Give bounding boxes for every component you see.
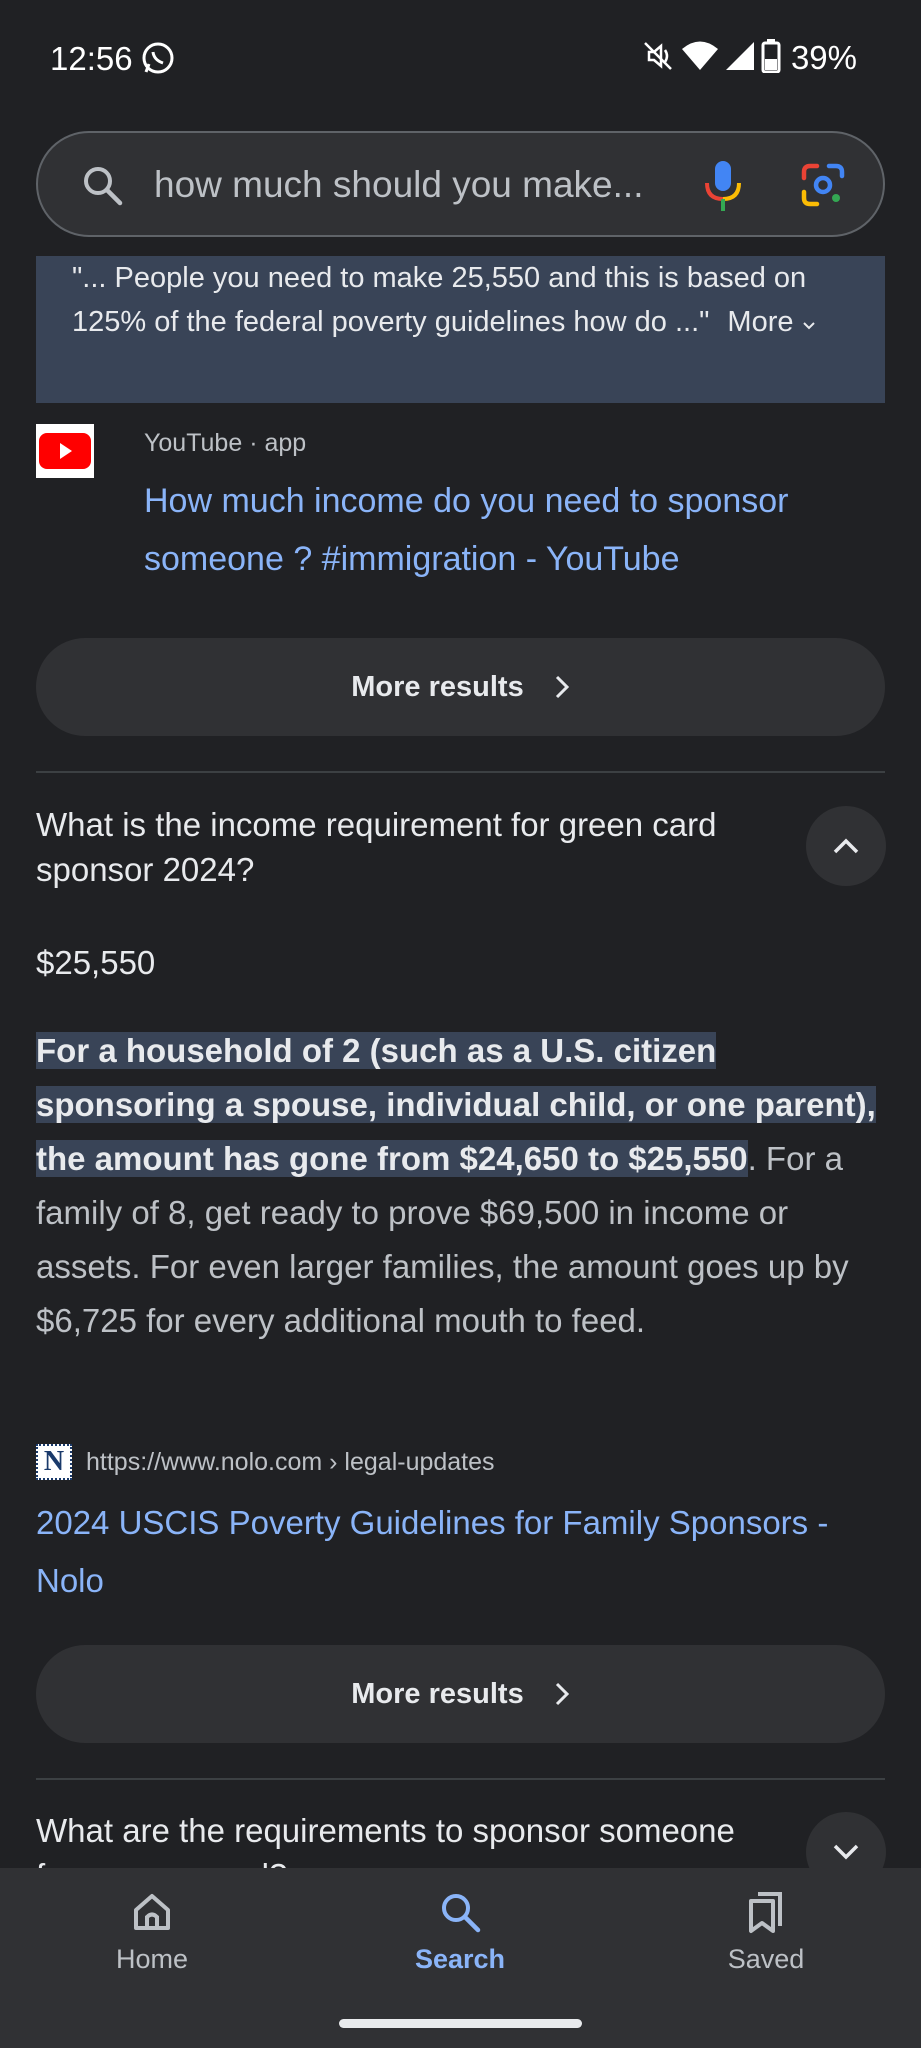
battery-percentage: 39% (790, 39, 857, 76)
more-results-label[interactable]: More results (351, 671, 523, 704)
nav-home-label[interactable]: Home (116, 1944, 188, 1975)
youtube-source: YouTube · app (144, 429, 307, 457)
search-input[interactable]: how much should you make... (154, 164, 643, 206)
lens-icon[interactable] (800, 162, 846, 213)
source-row[interactable]: N https://www.nolo.com › legal-updates (36, 1444, 495, 1480)
chevron-right-icon (555, 1682, 569, 1706)
divider (36, 771, 885, 773)
nav-search-label[interactable]: Search (415, 1944, 505, 1975)
status-bar: 12:56 39% (0, 0, 921, 115)
saved-icon (749, 1892, 782, 1933)
mic-icon[interactable] (698, 159, 748, 218)
status-time: 12:56 (50, 40, 133, 77)
search-box[interactable]: how much should you make... (36, 131, 885, 237)
chevron-down-icon (833, 1844, 859, 1860)
wifi-icon (681, 40, 719, 77)
divider (36, 1778, 885, 1780)
battery-icon (761, 38, 781, 78)
youtube-logo-icon (36, 424, 94, 478)
source-title-link[interactable]: 2024 USCIS Poverty Guidelines for Family… (36, 1494, 896, 1610)
search-icon (442, 1894, 481, 1933)
more-results-button[interactable]: More results (36, 638, 885, 736)
nolo-logo-icon: N (36, 1444, 72, 1480)
nav-saved[interactable]: Saved (666, 1890, 866, 1975)
snippet-more-link[interactable]: More (727, 300, 815, 344)
more-results-button[interactable]: More results (36, 1645, 885, 1743)
whatsapp-icon (140, 40, 176, 81)
source-url[interactable]: https://www.nolo.com › legal-updates (86, 1448, 495, 1477)
signal-icon (725, 41, 755, 76)
chevron-right-icon (555, 675, 569, 699)
answer-text: For a household of 2 (such as a U.S. cit… (36, 1024, 892, 1348)
search-icon[interactable] (80, 163, 124, 212)
snippet-more-label[interactable]: More (727, 306, 793, 338)
answer-value: $25,550 (36, 944, 156, 981)
more-results-label[interactable]: More results (351, 1678, 523, 1711)
chevron-down-icon (802, 322, 815, 330)
chevron-up-icon (833, 838, 859, 854)
home-icon (134, 1894, 170, 1930)
nav-search[interactable]: Search (360, 1890, 560, 1975)
mute-icon (641, 39, 675, 78)
snippet-body: "... People you need to make 25,550 and … (72, 262, 807, 338)
quoted-snippet: "... People you need to make 25,550 and … (36, 256, 885, 403)
status-icons: 39% (641, 38, 857, 78)
youtube-result-link[interactable]: How much income do you need to sponsor s… (144, 472, 864, 588)
question-heading[interactable]: What is the income requirement for green… (36, 802, 756, 892)
nav-saved-label[interactable]: Saved (728, 1944, 805, 1975)
collapse-button[interactable] (806, 806, 886, 886)
gesture-home-bar[interactable] (339, 2019, 582, 2028)
snippet-text: "... People you need to make 25,550 and … (72, 256, 862, 344)
nav-home[interactable]: Home (52, 1890, 252, 1975)
